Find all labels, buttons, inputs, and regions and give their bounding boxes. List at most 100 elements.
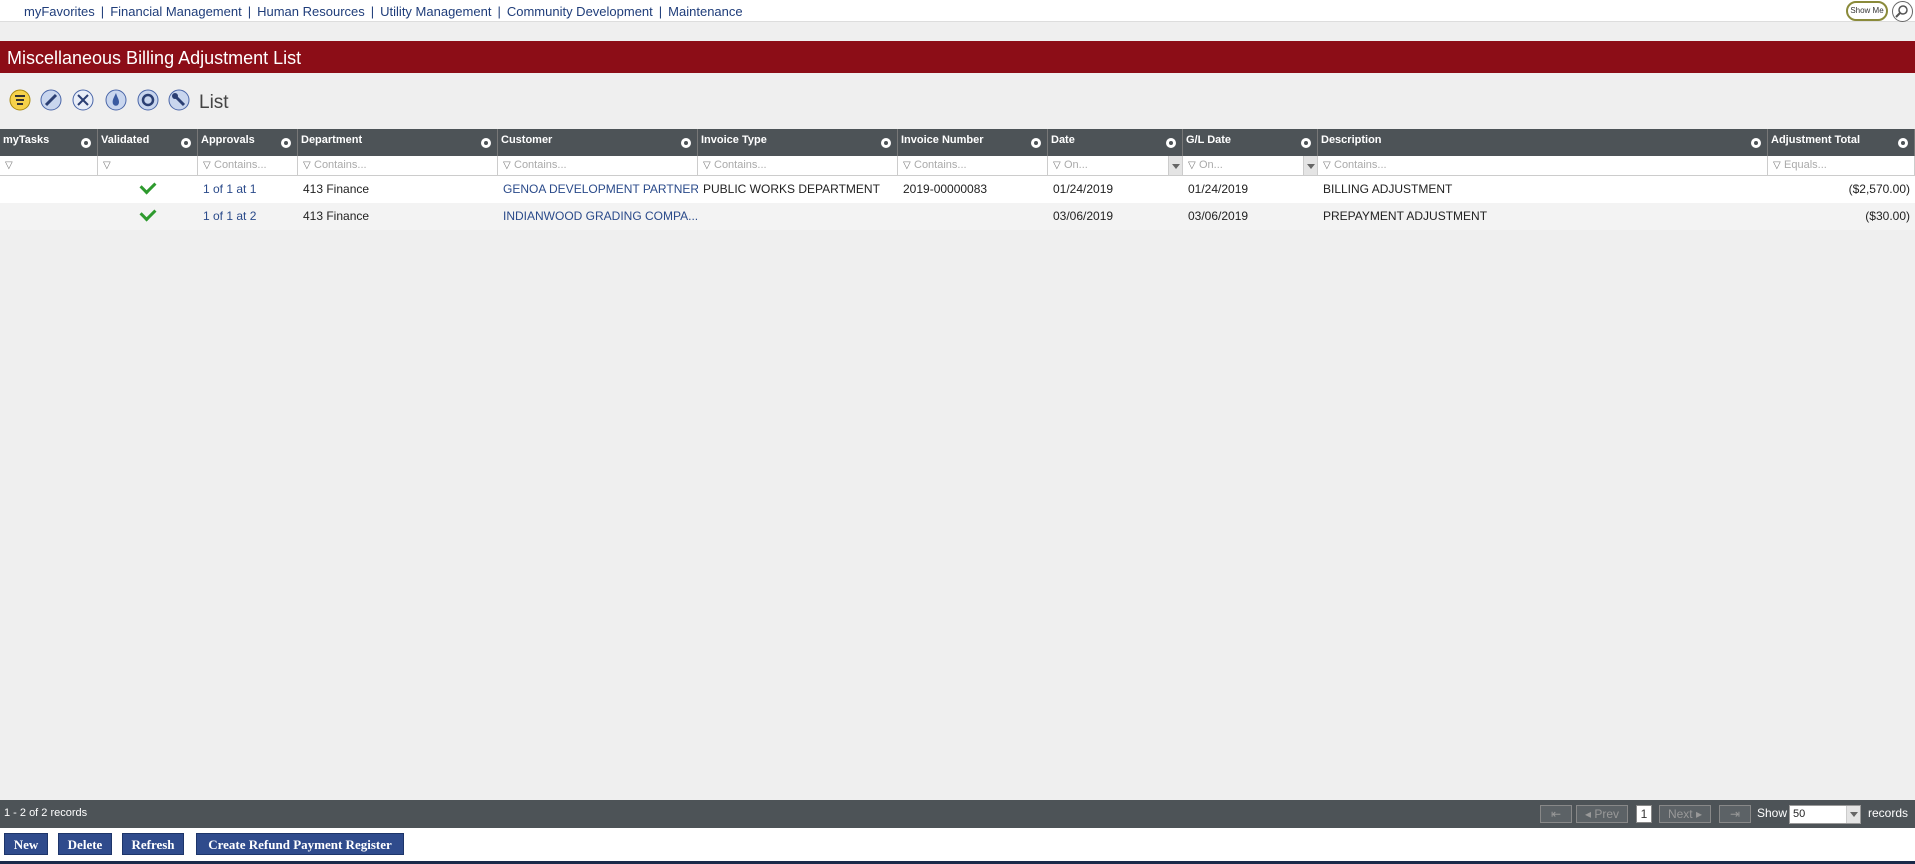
filter-placeholder: Contains... bbox=[914, 159, 967, 171]
gear-icon[interactable] bbox=[281, 138, 291, 148]
drop-icon[interactable] bbox=[105, 89, 127, 111]
customer-link[interactable]: INDIANWOOD GRADING COMPA... bbox=[498, 203, 698, 230]
chevron-down-icon[interactable] bbox=[1846, 806, 1860, 823]
gear-icon[interactable] bbox=[1751, 138, 1761, 148]
gear-icon[interactable] bbox=[1898, 138, 1908, 148]
first-page-button[interactable]: ⇤ bbox=[1540, 805, 1572, 823]
customer-link[interactable]: GENOA DEVELOPMENT PARTNERS bbox=[498, 176, 698, 203]
nav-link-utility-management[interactable]: Utility Management bbox=[380, 4, 491, 19]
gear-icon[interactable] bbox=[1166, 138, 1176, 148]
validated-check-icon bbox=[139, 177, 157, 195]
column-header-invoice-type[interactable]: Invoice Type bbox=[698, 129, 898, 156]
gear-icon[interactable] bbox=[681, 138, 691, 148]
gear-icon[interactable] bbox=[1031, 138, 1041, 148]
refresh-button[interactable]: Refresh bbox=[122, 833, 184, 855]
table-row[interactable]: 1 of 1 at 2 413 Finance INDIANWOOD GRADI… bbox=[0, 203, 1915, 230]
column-label: Description bbox=[1321, 134, 1382, 146]
validated-check-icon bbox=[139, 204, 157, 222]
new-button[interactable]: New bbox=[4, 833, 48, 855]
nav-link-human-resources[interactable]: Human Resources bbox=[257, 4, 365, 19]
table-row[interactable]: 1 of 1 at 1 413 Finance GENOA DEVELOPMEN… bbox=[0, 176, 1915, 203]
filter-placeholder: Contains... bbox=[514, 159, 567, 171]
delete-button[interactable]: Delete bbox=[58, 833, 112, 855]
nav-link-financial-management[interactable]: Financial Management bbox=[110, 4, 242, 19]
show-me-button[interactable]: Show Me bbox=[1846, 1, 1888, 21]
nav-link-community-development[interactable]: Community Development bbox=[507, 4, 653, 19]
chevron-down-icon[interactable] bbox=[1168, 156, 1182, 175]
column-header-description[interactable]: Description bbox=[1318, 129, 1768, 156]
filter-validated[interactable]: ▽ bbox=[98, 156, 198, 176]
column-header-mytasks[interactable]: myTasks bbox=[0, 129, 98, 156]
edit-icon[interactable] bbox=[40, 89, 62, 111]
filter-invoice-number[interactable]: ▽ Contains... bbox=[898, 156, 1048, 176]
filter-icon[interactable]: ▽ bbox=[1323, 160, 1331, 171]
nav-link-myfavorites[interactable]: myFavorites bbox=[24, 4, 95, 19]
column-header-invoice-number[interactable]: Invoice Number bbox=[898, 129, 1048, 156]
filter-icon[interactable]: ▽ bbox=[903, 160, 911, 171]
column-label: myTasks bbox=[3, 134, 50, 146]
filter-placeholder: Equals... bbox=[1784, 159, 1827, 171]
filter-icon[interactable]: ▽ bbox=[5, 160, 13, 171]
next-page-button[interactable]: Next ▸ bbox=[1659, 805, 1711, 823]
page-header: Miscellaneous Billing Adjustment List bbox=[0, 41, 1915, 73]
page-size-select[interactable]: 50 bbox=[1789, 805, 1861, 824]
gl-date-cell: 01/24/2019 bbox=[1188, 182, 1249, 196]
page-size-value: 50 bbox=[1793, 808, 1806, 820]
filter-icon[interactable]: ▽ bbox=[503, 160, 511, 171]
filter-date[interactable]: ▽ On... bbox=[1048, 156, 1183, 176]
create-refund-payment-register-button[interactable]: Create Refund Payment Register bbox=[196, 833, 404, 855]
last-page-button[interactable]: ⇥ bbox=[1719, 805, 1751, 823]
nav-separator: | bbox=[247, 4, 252, 19]
column-header-gl-date[interactable]: G/L Date bbox=[1183, 129, 1318, 156]
invoice-number-cell: 2019-00000083 bbox=[903, 182, 988, 196]
filter-icon[interactable]: ▽ bbox=[1053, 160, 1061, 171]
date-cell: 03/06/2019 bbox=[1053, 209, 1114, 223]
column-label: Validated bbox=[101, 134, 150, 146]
filter-invoice-type[interactable]: ▽ Contains... bbox=[698, 156, 898, 176]
filter-mytasks[interactable]: ▽ bbox=[0, 156, 98, 176]
chevron-down-icon[interactable] bbox=[1303, 156, 1317, 175]
filter-icon[interactable]: ▽ bbox=[1188, 160, 1196, 171]
nav-separator: | bbox=[658, 4, 663, 19]
pager-bar: 1 - 2 of 2 records ⇤ ◂ Prev 1 Next ▸ ⇥ S… bbox=[0, 800, 1915, 828]
approvals-link[interactable]: 1 of 1 at 1 bbox=[198, 176, 298, 203]
description-cell: BILLING ADJUSTMENT bbox=[1323, 182, 1453, 196]
prev-page-button[interactable]: ◂ Prev bbox=[1576, 805, 1628, 823]
filter-icon[interactable]: ▽ bbox=[203, 160, 211, 171]
filter-icon[interactable]: ▽ bbox=[703, 160, 711, 171]
list-filter-icon[interactable] bbox=[9, 89, 31, 111]
column-header-department[interactable]: Department bbox=[298, 129, 498, 156]
gear-icon[interactable] bbox=[481, 138, 491, 148]
filter-placeholder: Contains... bbox=[214, 159, 267, 171]
page-title: Miscellaneous Billing Adjustment List bbox=[7, 48, 302, 68]
gear-icon[interactable] bbox=[881, 138, 891, 148]
refresh-cycle-icon[interactable] bbox=[137, 89, 159, 111]
nav-link-maintenance[interactable]: Maintenance bbox=[668, 4, 742, 19]
column-header-customer[interactable]: Customer bbox=[498, 129, 698, 156]
column-header-adjustment-total[interactable]: Adjustment Total bbox=[1768, 129, 1915, 156]
filter-gl-date[interactable]: ▽ On... bbox=[1183, 156, 1318, 176]
column-header-approvals[interactable]: Approvals bbox=[198, 129, 298, 156]
gear-icon[interactable] bbox=[1301, 138, 1311, 148]
column-header-validated[interactable]: Validated bbox=[98, 129, 198, 156]
column-label: Invoice Type bbox=[701, 134, 767, 146]
clear-icon[interactable] bbox=[72, 89, 94, 111]
gear-icon[interactable] bbox=[181, 138, 191, 148]
department-cell: 413 Finance bbox=[303, 209, 370, 223]
search-icon[interactable] bbox=[1892, 1, 1913, 22]
filter-department[interactable]: ▽ Contains... bbox=[298, 156, 498, 176]
filter-adjustment-total[interactable]: ▽ Equals... bbox=[1768, 156, 1915, 176]
view-mode-label: List bbox=[199, 92, 229, 113]
column-header-date[interactable]: Date bbox=[1048, 129, 1183, 156]
current-page[interactable]: 1 bbox=[1636, 805, 1652, 823]
filter-icon[interactable]: ▽ bbox=[303, 160, 311, 171]
top-nav: myFavorites | Financial Management | Human R… bbox=[0, 0, 1915, 22]
approvals-link[interactable]: 1 of 1 at 2 bbox=[198, 203, 298, 230]
tools-icon[interactable] bbox=[168, 89, 190, 111]
filter-icon[interactable]: ▽ bbox=[1773, 160, 1781, 171]
filter-icon[interactable]: ▽ bbox=[103, 160, 111, 171]
gear-icon[interactable] bbox=[81, 138, 91, 148]
filter-approvals[interactable]: ▽ Contains... bbox=[198, 156, 298, 176]
filter-description[interactable]: ▽ Contains... bbox=[1318, 156, 1768, 176]
filter-customer[interactable]: ▽ Contains... bbox=[498, 156, 698, 176]
